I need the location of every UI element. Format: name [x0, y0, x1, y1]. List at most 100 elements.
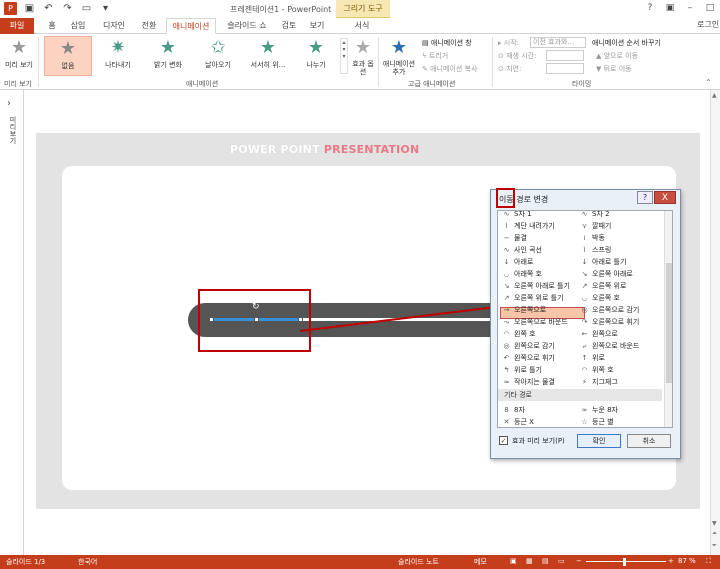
- motion-path-item[interactable]: ⌇ 스프링: [580, 245, 612, 255]
- motion-path-item[interactable]: 8 8자: [502, 405, 525, 415]
- delay-input[interactable]: [546, 63, 584, 74]
- dialog-close-button[interactable]: X: [654, 191, 676, 204]
- motion-path-item[interactable]: ≈ 작아지는 물결: [502, 377, 555, 387]
- start-select[interactable]: 이전 효과와...: [530, 37, 586, 48]
- redo-icon[interactable]: ↷: [61, 2, 74, 15]
- animation-pane-button[interactable]: ▤ 애니메이션 창: [422, 38, 472, 48]
- help-icon[interactable]: ?: [640, 0, 660, 16]
- motion-path-item[interactable]: ∿ S자 2: [580, 211, 610, 219]
- tab-transitions[interactable]: 전환: [136, 18, 162, 34]
- dialog-help-button[interactable]: ?: [637, 191, 653, 204]
- motion-path-item[interactable]: ↶ 왼쪽으로 휘기: [502, 353, 555, 363]
- motion-path-item[interactable]: ↑ 위로: [580, 353, 605, 363]
- effect-options-button[interactable]: ★ 효과 옵션: [350, 36, 376, 76]
- motion-path-item[interactable]: ∼ 물결: [502, 233, 527, 243]
- tab-review[interactable]: 검토: [278, 18, 300, 34]
- next-slide-icon[interactable]: ⏷: [712, 542, 717, 550]
- animation-fade-button[interactable]: ★ 밝기 변화: [144, 36, 192, 76]
- login-link[interactable]: 로그인: [697, 19, 719, 30]
- preview-effect-checkbox[interactable]: ✓: [499, 436, 508, 445]
- motion-path-item[interactable]: ✕ 등근 X: [502, 417, 534, 427]
- motion-path-item[interactable]: ◎ 오른쪽으로 감기: [580, 305, 639, 315]
- motion-path-item[interactable]: ◡ 아래쪽 호: [502, 269, 542, 279]
- motion-path-list[interactable]: ∿ S자 1 ∿ S자 2 ⌇ 계단 내려가기 ⋎ 깔때기 ∼ 물결 ≀ 박동 ∿ 사인 곡선 ⌇ 스프링 ↓ 아…: [497, 210, 673, 428]
- zoom-out-icon[interactable]: −: [576, 557, 582, 565]
- list-scroll-thumb[interactable]: [666, 263, 672, 383]
- fit-slide-icon[interactable]: ⛶: [706, 557, 711, 566]
- scroll-up-icon[interactable]: ▲: [712, 92, 717, 99]
- motion-path-item[interactable]: ↗ 오른쪽 위로 틀기: [502, 293, 564, 303]
- slide-title[interactable]: POWER POINT PRESENTATION: [230, 143, 419, 156]
- animation-fly-in-button[interactable]: ✩ 날아오기: [194, 36, 242, 76]
- slideshow-icon[interactable]: ▭: [80, 2, 93, 15]
- vertical-scrollbar[interactable]: ▲ ▼ ⏶ ⏷: [710, 90, 720, 555]
- motion-path-item[interactable]: ⚡ 지그재그: [580, 377, 618, 387]
- cancel-button[interactable]: 취소: [627, 434, 671, 448]
- motion-path-item[interactable]: ∿ 사인 곡선: [502, 245, 542, 255]
- add-animation-button[interactable]: ★ 애니메이션 추가: [380, 36, 418, 76]
- motion-path-item[interactable]: ⤳ 오른쪽으로 바운드: [502, 317, 568, 327]
- view-sorter-icon[interactable]: ▦: [526, 557, 533, 565]
- animation-none-button[interactable]: ★ 없음: [44, 36, 92, 76]
- motion-path-item[interactable]: ↗ 오른쪽 위로: [580, 281, 627, 291]
- maximize-icon[interactable]: □: [700, 0, 720, 16]
- ribbon-display-icon[interactable]: ▣: [660, 0, 680, 16]
- motion-path-item[interactable]: ◠ 위쪽 호: [580, 365, 613, 375]
- motion-path-item[interactable]: ◠ 왼쪽 호: [502, 329, 535, 339]
- motion-path-item[interactable]: ◎ 왼쪽으로 감기: [502, 341, 554, 351]
- motion-path-item[interactable]: ☆ 등근 별: [580, 417, 613, 427]
- scroll-down-icon[interactable]: ▼: [712, 520, 717, 527]
- view-slideshow-icon[interactable]: ▭: [558, 557, 565, 565]
- zoom-slider[interactable]: [586, 561, 666, 562]
- trigger-button[interactable]: ϟ 트리거: [422, 51, 448, 61]
- animation-float-in-button[interactable]: ★ 서서히 위...: [244, 36, 292, 76]
- duration-input[interactable]: [546, 50, 584, 61]
- view-normal-icon[interactable]: ▣: [510, 557, 517, 565]
- motion-path-item[interactable]: ↘ 오른쪽 아래로 틀기: [502, 281, 570, 291]
- undo-icon[interactable]: ↶: [42, 2, 55, 15]
- move-later-button[interactable]: ▼ 뒤로 이동: [596, 64, 632, 74]
- language-indicator[interactable]: 한국어: [78, 557, 97, 567]
- zoom-level[interactable]: 87 %: [678, 557, 696, 565]
- tab-design[interactable]: 디자인: [98, 18, 130, 34]
- motion-path-item[interactable]: ⤶ 왼쪽으로 바운드: [580, 341, 640, 351]
- notes-button[interactable]: 슬라이드 노트: [398, 557, 439, 567]
- motion-path-item[interactable]: ↓ 아래로: [502, 257, 534, 267]
- tab-file[interactable]: 파일: [0, 18, 34, 34]
- motion-path-item[interactable]: ∿ S자 1: [502, 211, 532, 219]
- motion-path-item[interactable]: ⋎ 깔때기: [580, 221, 611, 231]
- tab-animations[interactable]: 애니메이션: [166, 18, 216, 34]
- save-icon[interactable]: ▣: [23, 2, 36, 15]
- motion-path-item[interactable]: ↓ 아래로 틀기: [580, 257, 627, 267]
- zoom-in-icon[interactable]: +: [668, 557, 674, 565]
- motion-path-item[interactable]: ∞ 누운 8자: [580, 405, 618, 415]
- animation-painter-button[interactable]: ✎ 애니메이션 복사: [422, 64, 477, 74]
- customize-qat-icon[interactable]: ▾: [99, 2, 112, 15]
- comments-button[interactable]: 메모: [474, 557, 487, 567]
- ok-button[interactable]: 확인: [577, 434, 621, 448]
- motion-path-item[interactable]: ◡ 오른쪽 호: [580, 293, 620, 303]
- motion-path-item[interactable]: ⌇ 계단 내려가기: [502, 221, 555, 231]
- gallery-more-icon[interactable]: ▴ ▾ ▾: [340, 38, 348, 74]
- expand-pane-icon[interactable]: ›: [7, 98, 11, 109]
- motion-path-item[interactable]: ← 왼쪽으로: [580, 329, 618, 339]
- move-earlier-button[interactable]: ▲ 앞으로 이동: [596, 51, 638, 61]
- minimize-icon[interactable]: –: [680, 0, 700, 16]
- tab-home[interactable]: 홈: [42, 18, 62, 34]
- tab-view[interactable]: 보기: [306, 18, 328, 34]
- animation-appear-button[interactable]: ✷ 나타내기: [94, 36, 142, 76]
- tab-format[interactable]: 서식: [346, 18, 378, 34]
- motion-path-item[interactable]: ↰ 위로 틀기: [502, 365, 542, 375]
- motion-path-item[interactable]: ≀ 박동: [580, 233, 605, 243]
- motion-path-item[interactable]: ↘ 오른쪽 아래로: [580, 269, 633, 279]
- animation-split-button[interactable]: ★ 나누기: [292, 36, 340, 76]
- motion-path-item[interactable]: ↷ 오른쪽으로 휘기: [580, 317, 640, 327]
- tab-insert[interactable]: 삽입: [66, 18, 90, 34]
- tab-slideshow[interactable]: 슬라이드 쇼: [222, 18, 272, 34]
- collapse-ribbon-icon[interactable]: ⌃: [705, 78, 712, 87]
- prev-slide-icon[interactable]: ⏶: [712, 530, 717, 538]
- zoom-slider-thumb[interactable]: [623, 558, 626, 566]
- view-reading-icon[interactable]: ▤: [542, 557, 549, 565]
- motion-path-item-right-selected[interactable]: → 오른쪽으로: [502, 305, 547, 315]
- preview-button[interactable]: ★ 미리 보기: [2, 36, 36, 76]
